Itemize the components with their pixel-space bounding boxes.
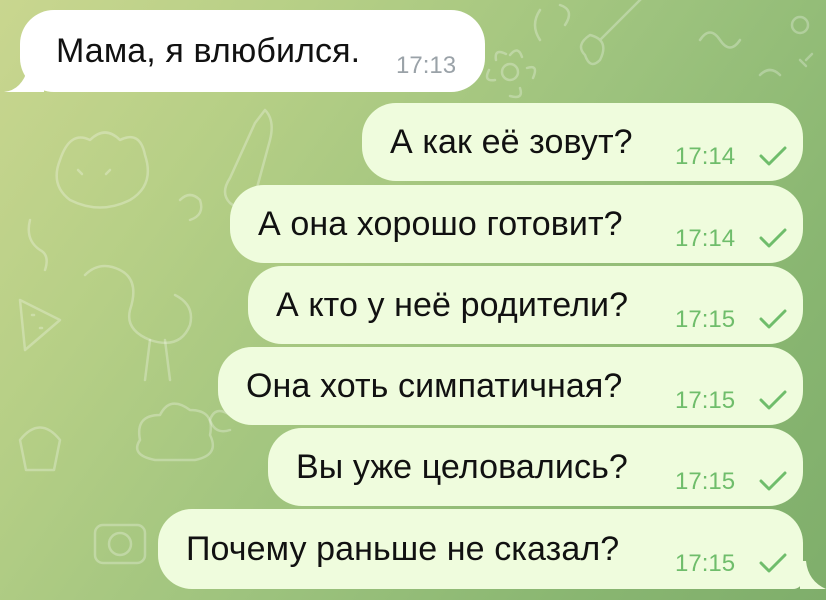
message-incoming[interactable]: Мама, я влюбился. 17:13: [20, 10, 485, 92]
check-icon: [759, 309, 787, 329]
message-time: 17:15: [675, 306, 736, 333]
message-time: 17:15: [675, 468, 736, 495]
message-text: А как её зовут?: [390, 123, 633, 161]
message-text: Почему раньше не сказал?: [186, 530, 620, 568]
message-time: 17:15: [675, 550, 736, 577]
message-time: 17:13: [396, 52, 457, 79]
bubble-tail: [4, 62, 44, 92]
message-text: А кто у неё родители?: [276, 286, 629, 324]
chat-screen: { "messages": [ {"direction": "incoming"…: [0, 0, 826, 600]
message-outgoing[interactable]: Почему раньше не сказал? 17:15: [158, 509, 803, 589]
message-text: А она хорошо готовит?: [258, 205, 623, 243]
message-outgoing[interactable]: Вы уже целовались? 17:15: [268, 428, 803, 506]
bubble-tail: [800, 561, 826, 589]
message-outgoing[interactable]: Она хоть симпатичная? 17:15: [218, 347, 803, 425]
message-outgoing[interactable]: А кто у неё родители? 17:15: [248, 266, 803, 344]
message-outgoing[interactable]: А она хорошо готовит? 17:14: [230, 185, 803, 263]
message-text: Мама, я влюбился.: [56, 32, 361, 70]
check-icon: [759, 553, 787, 573]
message-text: Она хоть симпатичная?: [246, 367, 623, 405]
message-text: Вы уже целовались?: [296, 448, 628, 486]
message-outgoing[interactable]: А как её зовут? 17:14: [362, 103, 803, 181]
check-icon: [759, 228, 787, 248]
message-time: 17:15: [675, 387, 736, 414]
message-time: 17:14: [675, 225, 736, 252]
check-icon: [759, 146, 787, 166]
check-icon: [759, 471, 787, 491]
check-icon: [759, 390, 787, 410]
message-time: 17:14: [675, 143, 736, 170]
